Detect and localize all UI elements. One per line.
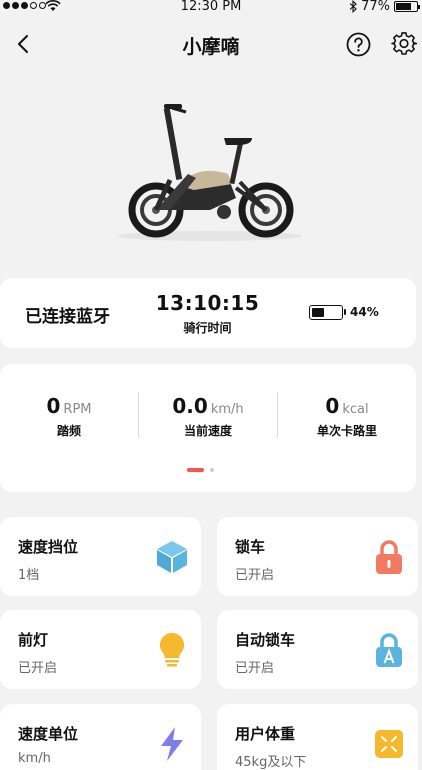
weight-scale-icon xyxy=(375,730,403,758)
tile-speed-unit[interactable]: 速度单位 km/h xyxy=(0,704,201,770)
bike-battery-percent: 44% xyxy=(350,305,379,319)
tile-headlight[interactable]: 前灯 已开启 xyxy=(0,610,201,689)
metric-label: 踏频 xyxy=(56,424,81,438)
nav-bar: 小摩嘀 xyxy=(0,22,422,66)
status-battery-percent: 77% xyxy=(361,0,390,14)
tile-user-weight[interactable]: 用户体重 45kg及以下 xyxy=(217,704,418,770)
metric-cadence: 0 RPM 踏频 xyxy=(0,394,138,439)
metric-value: 0 xyxy=(46,394,61,418)
bluetooth-icon xyxy=(349,0,357,13)
cube-icon xyxy=(157,541,187,573)
page-dot[interactable] xyxy=(210,468,214,472)
tile-lock[interactable]: 锁车 已开启 xyxy=(217,517,418,596)
tile-title: 自动锁车 xyxy=(235,631,296,649)
metric-unit: kcal xyxy=(342,402,369,417)
tile-auto-lock[interactable]: 自动锁车 已开启 xyxy=(217,610,418,689)
bike-battery-icon xyxy=(309,305,346,320)
metric-label: 当前速度 xyxy=(183,424,232,438)
metric-unit: km/h xyxy=(210,402,244,417)
lightbulb-icon xyxy=(159,632,185,667)
metric-calories: 0 kcal 单次卡路里 xyxy=(278,394,416,439)
bluetooth-status: 已连接蓝牙 xyxy=(25,307,110,327)
page-indicator[interactable] xyxy=(187,468,214,472)
folding-ebike-image xyxy=(118,104,302,241)
gear-icon[interactable] xyxy=(391,31,417,57)
ride-time-value: 13:10:15 xyxy=(155,291,260,315)
padlock-icon xyxy=(376,540,402,574)
page-dot-active[interactable] xyxy=(187,468,204,472)
battery-icon xyxy=(394,1,420,12)
metric-unit: RPM xyxy=(63,402,92,417)
metric-value: 0 xyxy=(325,394,340,418)
auto-lock-icon xyxy=(376,633,402,667)
question-circle-icon[interactable] xyxy=(346,32,371,57)
ride-time-label: 骑行时间 xyxy=(183,321,232,335)
metric-label: 单次卡路里 xyxy=(316,424,377,438)
connection-status-card: 已连接蓝牙 13:10:15 骑行时间 44% xyxy=(0,278,416,348)
tile-subtitle: 45kg及以下 xyxy=(235,755,307,770)
metrics-card[interactable]: 0 RPM 踏频 0.0 km/h 当前速度 0 kcal 单次卡路里 xyxy=(0,364,416,492)
tile-title: 速度单位 xyxy=(18,725,79,743)
status-bar: 12:30 PM 77% xyxy=(0,0,422,16)
tile-title: 用户体重 xyxy=(235,725,296,743)
tile-title: 速度挡位 xyxy=(18,538,79,556)
tile-subtitle: 已开启 xyxy=(235,661,275,676)
tile-subtitle: km/h xyxy=(18,751,51,766)
tile-subtitle: 已开启 xyxy=(18,661,58,676)
tile-subtitle: 已开启 xyxy=(235,568,275,583)
lightning-icon xyxy=(161,727,183,761)
tile-subtitle: 1档 xyxy=(18,568,40,583)
tile-speed-gear[interactable]: 速度挡位 1档 xyxy=(0,517,201,596)
metric-value: 0.0 xyxy=(172,394,208,418)
metric-speed: 0.0 km/h 当前速度 xyxy=(139,394,277,439)
tile-title: 前灯 xyxy=(18,631,49,649)
tile-title: 锁车 xyxy=(235,538,266,556)
